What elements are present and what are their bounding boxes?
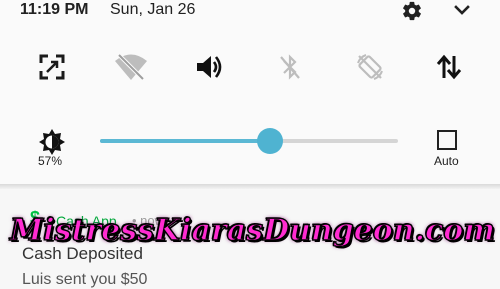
screen-expand-icon[interactable]: [32, 46, 72, 88]
brightness-slider[interactable]: [100, 128, 398, 154]
watermark: MistressKiarasDungeon.com: [9, 212, 496, 248]
brightness-percent: 57%: [38, 154, 63, 168]
volume-icon[interactable]: [190, 46, 230, 88]
quick-settings-tiles: [0, 46, 500, 88]
rotate-off-icon[interactable]: [350, 46, 390, 88]
slider-thumb[interactable]: [256, 128, 283, 154]
chevron-down-icon[interactable]: [451, 1, 473, 21]
notification-body: Luis sent you $50: [22, 271, 148, 288]
slider-fill: [100, 139, 270, 143]
clock-time: 11:19 PM: [20, 1, 89, 18]
status-bar: 11:19 PM Sun, Jan 26: [0, 0, 500, 22]
auto-brightness-checkbox[interactable]: [437, 130, 457, 150]
wifi-off-icon[interactable]: [111, 46, 151, 88]
data-arrows-icon[interactable]: [429, 46, 469, 88]
auto-brightness-label: Auto: [434, 154, 459, 168]
bluetooth-off-icon[interactable]: [270, 46, 310, 88]
brightness-row: 57% Auto: [0, 120, 500, 172]
status-date: Sun, Jan 26: [110, 1, 196, 18]
gear-icon[interactable]: [399, 0, 425, 22]
